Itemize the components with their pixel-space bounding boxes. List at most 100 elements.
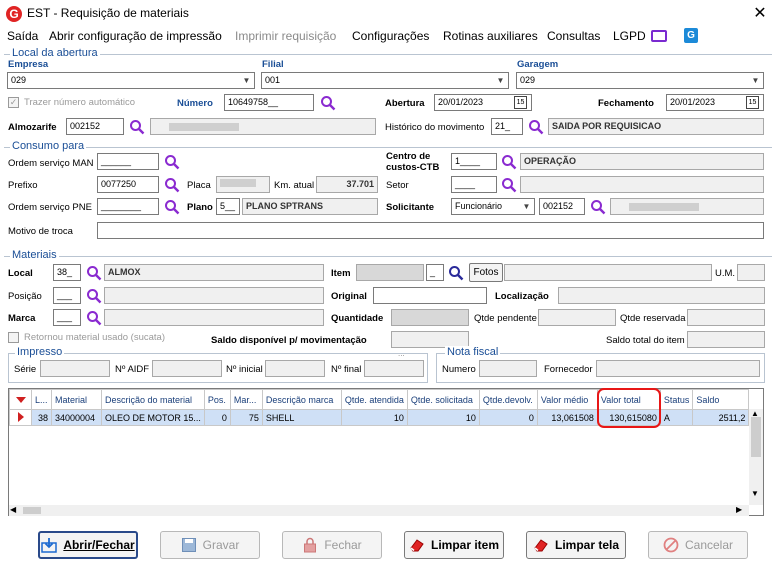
search-icon[interactable] [86, 310, 102, 326]
numero-label: Número [177, 98, 213, 109]
search-icon[interactable] [164, 199, 180, 215]
vertical-scrollbar[interactable]: ▲ ▼ [749, 409, 763, 505]
col-header[interactable]: Descrição marca [261, 389, 342, 410]
marca-input[interactable]: ___ [53, 309, 81, 326]
menu-imprimir-requisicao[interactable]: Imprimir requisição [235, 29, 336, 43]
menu-bar: Saída Abrir configuração de impressão Im… [0, 28, 777, 46]
search-icon[interactable] [86, 265, 102, 281]
scroll-right-icon[interactable]: ▶ [736, 505, 742, 514]
aidf-label: Nº AIDF [115, 364, 150, 375]
plano-code-input[interactable]: 5__ [216, 198, 240, 215]
prefixo-input[interactable]: 0077250 [97, 176, 159, 193]
item-code-input[interactable] [356, 264, 424, 281]
retornou-sucata-checkbox[interactable] [8, 332, 19, 343]
filial-label: Filial [262, 59, 284, 70]
horizontal-scrollbar[interactable]: ◀ ▶ [9, 505, 749, 516]
trazer-numero-checkbox[interactable]: ✓ [8, 97, 19, 108]
menu-lgpd[interactable]: LGPD [613, 29, 646, 43]
empresa-select[interactable]: 029 ▼ [7, 72, 255, 89]
fotos-button[interactable]: Fotos [469, 263, 503, 282]
col-header[interactable]: Qtde. atendida [340, 389, 408, 410]
scroll-thumb[interactable] [23, 507, 41, 514]
os-pne-input[interactable]: ________ [97, 198, 159, 215]
os-man-label: Ordem serviço MAN [8, 158, 94, 169]
search-icon[interactable] [164, 177, 180, 193]
setor-input[interactable]: ____ [451, 176, 497, 193]
qtde-pendente-field [538, 309, 616, 326]
calendar-icon[interactable]: 15 [746, 96, 759, 109]
numero-input[interactable]: 10649758__ [224, 94, 314, 111]
cancelar-button[interactable]: Cancelar [648, 531, 748, 559]
menu-saida[interactable]: Saída [7, 29, 38, 43]
os-man-input[interactable]: ______ [97, 153, 159, 170]
col-header[interactable]: Status [659, 389, 694, 410]
row-selector-icon[interactable] [9, 409, 32, 426]
setor-desc-field [520, 176, 764, 193]
search-icon[interactable] [164, 154, 180, 170]
abrir-fechar-button[interactable]: Abrir/Fechar [38, 531, 138, 559]
col-header[interactable]: L... [31, 389, 52, 410]
section-nota-fiscal: Nota fiscal [445, 346, 501, 358]
cancelar-label: Cancelar [684, 538, 734, 552]
garagem-label: Garagem [517, 59, 559, 70]
centro-custos-code-input[interactable]: 1____ [451, 153, 497, 170]
posicao-input[interactable]: ___ [53, 287, 81, 304]
chevron-down-icon: ▼ [496, 76, 505, 85]
final-ellipsis: ... [398, 349, 405, 358]
inicial-field [265, 360, 325, 377]
close-icon[interactable]: ✕ [750, 3, 770, 23]
limpar-item-button[interactable]: Limpar item [404, 531, 504, 559]
search-icon[interactable] [501, 177, 517, 193]
col-header[interactable]: Material [51, 389, 102, 410]
cell-pos: 0 [203, 409, 231, 426]
search-icon[interactable] [129, 119, 145, 135]
fechar-button[interactable]: Fechar [282, 531, 382, 559]
historico-code-input[interactable]: 21_ [491, 118, 523, 135]
garagem-select[interactable]: 029 ▼ [516, 72, 764, 89]
solicitante-code-input[interactable]: 002152 [539, 198, 585, 215]
scroll-left-icon[interactable]: ◀ [10, 505, 16, 514]
menu-configuracoes[interactable]: Configurações [352, 29, 429, 43]
quantidade-input[interactable] [391, 309, 469, 326]
search-icon[interactable] [590, 199, 606, 215]
menu-consultas[interactable]: Consultas [547, 29, 600, 43]
search-icon[interactable] [448, 265, 464, 281]
aidf-field [152, 360, 222, 377]
menu-rotinas-auxiliares[interactable]: Rotinas auxiliares [443, 29, 538, 43]
local-code-input[interactable]: 38_ [53, 264, 81, 281]
col-header[interactable]: Qtde.devolv. [478, 389, 538, 410]
col-header[interactable]: Qtde. solicitada [406, 389, 480, 410]
monitor-icon[interactable] [651, 30, 667, 42]
saldo-total-field [687, 331, 765, 348]
inicial-label: Nº inicial [226, 364, 263, 375]
col-header[interactable]: Valor médio [536, 389, 598, 410]
cell-material: 34000004 [51, 409, 102, 426]
scroll-down-icon[interactable]: ▼ [751, 489, 759, 498]
solicitante-type-select[interactable]: Funcionário ▼ [451, 198, 535, 215]
col-header[interactable]: Pos. [203, 389, 231, 410]
search-icon[interactable] [501, 154, 517, 170]
search-icon[interactable] [320, 95, 336, 111]
fechar-label: Fechar [324, 538, 362, 552]
col-header[interactable]: Mar... [229, 389, 263, 410]
saldo-disponivel-label: Saldo disponível p/ movimentação [211, 335, 367, 346]
col-header[interactable]: Descrição do material [101, 389, 205, 410]
limpar-tela-button[interactable]: Limpar tela [526, 531, 626, 559]
gravar-button[interactable]: Gravar [160, 531, 260, 559]
search-icon[interactable] [528, 119, 544, 135]
scroll-thumb[interactable] [751, 417, 761, 457]
item-digit-input[interactable]: _ [426, 264, 444, 281]
menu-abrir-config-impressao[interactable]: Abrir configuração de impressão [49, 29, 222, 43]
motivo-troca-input[interactable] [97, 222, 764, 239]
g-app-icon[interactable]: G [684, 28, 698, 43]
almoxarife-input[interactable]: 002152 [66, 118, 124, 135]
search-icon[interactable] [86, 288, 102, 304]
col-header[interactable]: Saldo [692, 389, 750, 410]
cell-qtde-atendida: 10 [340, 409, 408, 426]
sort-indicator-icon[interactable] [9, 389, 32, 410]
calendar-icon[interactable]: 15 [514, 96, 527, 109]
plano-label: Plano [187, 202, 213, 213]
filial-select[interactable]: 001 ▼ [261, 72, 509, 89]
original-input[interactable] [373, 287, 487, 304]
qtde-reservada-field [687, 309, 765, 326]
